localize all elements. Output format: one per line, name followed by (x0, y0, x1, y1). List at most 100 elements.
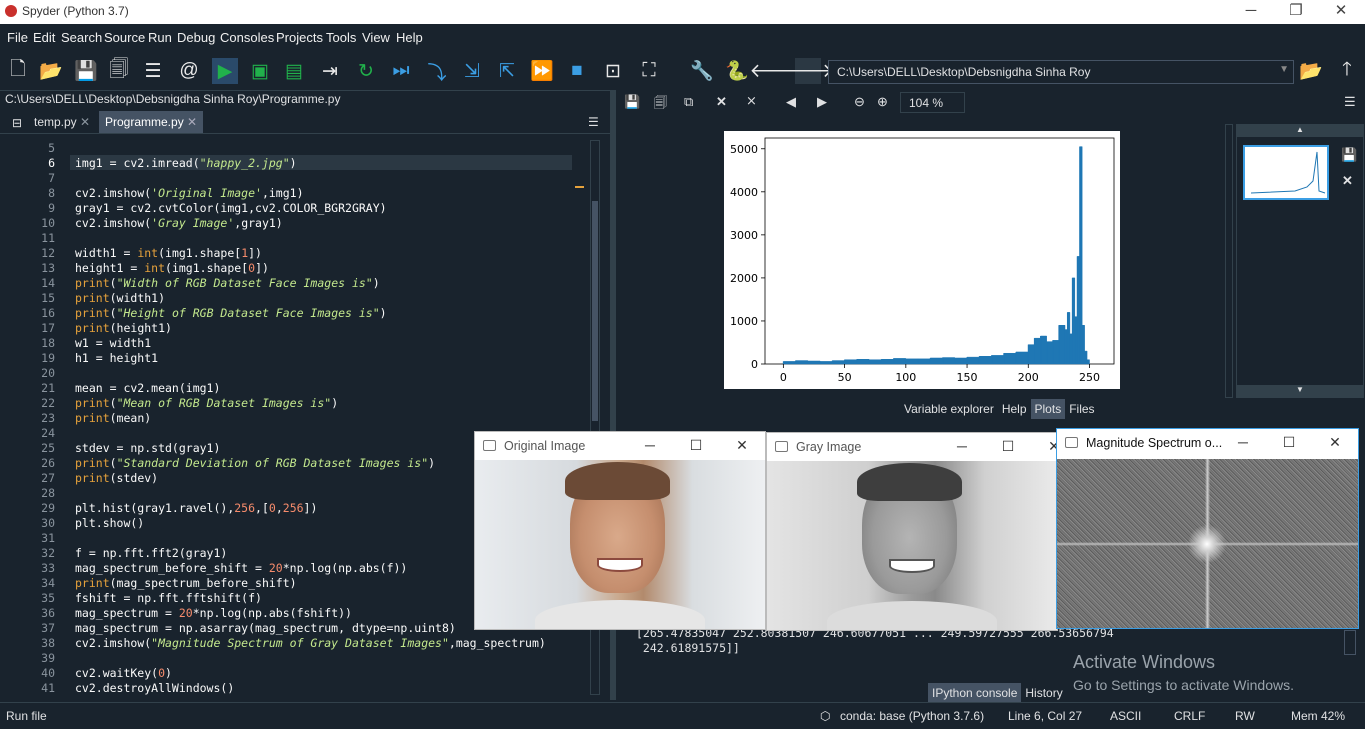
tab-programme[interactable]: Programme.py ✕ (99, 111, 204, 133)
plot-thumbnail[interactable] (1243, 145, 1329, 200)
original-image-window[interactable]: Original Image ─ ☐ ✕ (474, 431, 766, 630)
next-plot-icon[interactable]: ▶ (817, 94, 827, 110)
minimize-icon[interactable]: ─ (627, 432, 673, 458)
copy-plot-icon[interactable]: ⧉ (684, 94, 693, 110)
maximize-icon[interactable]: ☐ (985, 433, 1031, 459)
code-line[interactable]: mag_spectrum = np.asarray(mag_spectrum, … (75, 621, 456, 635)
browse-tabs-icon[interactable]: ⊟ (6, 112, 28, 134)
at-symbol-icon[interactable]: @ (176, 58, 202, 84)
menu-source[interactable]: Source (104, 30, 145, 45)
run-selection-icon[interactable]: ⇥ (317, 58, 343, 84)
working-directory-input[interactable]: C:\Users\DELL\Desktop\Debsnigdha Sinha R… (828, 60, 1294, 84)
code-line[interactable]: print(width1) (75, 291, 165, 305)
code-line[interactable]: plt.hist(gray1.ravel(),256,[0,256]) (75, 501, 317, 515)
stop-icon[interactable]: ■ (564, 58, 590, 84)
zoom-in-icon[interactable]: ⊕ (877, 94, 888, 110)
menu-help[interactable]: Help (396, 30, 423, 45)
editor-scroll-thumb[interactable] (592, 201, 598, 421)
maximize-button[interactable]: ❐ (1273, 0, 1319, 24)
fullscreen-icon[interactable]: ⛶ (636, 58, 662, 84)
remove-thumbnail-icon[interactable]: ✕ (1342, 173, 1353, 189)
menu-debug[interactable]: Debug (177, 30, 215, 45)
menu-file[interactable]: File (7, 30, 28, 45)
step-into-icon[interactable]: ⇲ (459, 58, 485, 84)
code-line[interactable]: mag_spectrum_before_shift = 20*np.log(np… (75, 561, 407, 575)
code-line[interactable]: print(height1) (75, 321, 172, 335)
menu-run[interactable]: Run (148, 30, 172, 45)
previous-plot-icon[interactable]: ◀ (786, 94, 796, 110)
code-line[interactable]: stdev = np.std(gray1) (75, 441, 220, 455)
chevron-down-icon[interactable]: ▼ (1279, 64, 1289, 75)
code-line[interactable]: mean = cv2.mean(img1) (75, 381, 220, 395)
code-line[interactable]: print("Height of RGB Dataset Face Images… (75, 306, 387, 320)
python-path-icon[interactable]: 🐍 (724, 58, 750, 84)
code-line[interactable]: width1 = int(img1.shape[1]) (75, 246, 262, 260)
tab-plots[interactable]: Plots (1030, 399, 1066, 419)
zoom-out-icon[interactable]: ⊖ (854, 94, 865, 110)
plots-options-menu-icon[interactable]: ☰ (1344, 94, 1356, 110)
save-all-icon[interactable]: 🗐 (106, 58, 132, 84)
forward-arrow-icon[interactable]: 🡒 (783, 58, 833, 84)
editor-options-menu-icon[interactable]: ☰ (582, 111, 605, 133)
scroll-down-icon[interactable]: ▼ (1237, 385, 1363, 397)
maximize-icon[interactable]: ☐ (1266, 429, 1312, 455)
code-line[interactable]: print("Mean of RGB Dataset Images is") (75, 396, 338, 410)
rerun-icon[interactable]: ↻ (353, 58, 379, 84)
remove-plot-icon[interactable]: ✕ (716, 94, 727, 110)
open-folder-icon[interactable]: 📂 (38, 58, 64, 84)
code-line[interactable]: mag_spectrum = 20*np.log(np.abs(fshift)) (75, 606, 352, 620)
scroll-up-icon[interactable]: ▲ (1237, 125, 1363, 137)
conda-env-status[interactable]: conda: base (Python 3.7.6) (840, 709, 984, 723)
plots-scrollbar[interactable] (1225, 124, 1233, 398)
code-line[interactable]: print(mean) (75, 411, 151, 425)
code-line[interactable]: gray1 = cv2.cvtColor(img1,cv2.COLOR_BGR2… (75, 201, 387, 215)
console-scrollbar[interactable] (1344, 630, 1356, 655)
tab-files[interactable]: Files (1065, 399, 1099, 419)
minimize-button[interactable]: ─ (1228, 0, 1274, 24)
save-all-plots-icon[interactable]: 🗐 (654, 94, 667, 116)
magnitude-spectrum-window[interactable]: Magnitude Spectrum o... ─ ☐ ✕ (1056, 428, 1359, 629)
code-line[interactable]: cv2.destroyAllWindows() (75, 681, 234, 695)
save-icon[interactable]: 💾 (73, 58, 99, 84)
menu-edit[interactable]: Edit (33, 30, 55, 45)
code-line[interactable]: cv2.waitKey(0) (75, 666, 172, 680)
run-cell-icon[interactable]: ▣ (247, 58, 273, 84)
code-line[interactable]: cv2.imshow("Magnitude Spectrum of Gray D… (75, 636, 546, 650)
code-line[interactable]: w1 = width1 (75, 336, 151, 350)
code-line[interactable]: print("Standard Deviation of RGB Dataset… (75, 456, 435, 470)
tab-help[interactable]: Help (997, 399, 1031, 419)
preferences-wrench-icon[interactable]: 🔧 (689, 58, 715, 84)
tab-temp[interactable]: temp.py ✕ (28, 111, 96, 133)
menu-search[interactable]: Search (61, 30, 102, 45)
close-tab-icon[interactable]: ✕ (80, 115, 90, 129)
step-icon[interactable]: ⤵ (424, 58, 450, 84)
run-file-icon[interactable]: ▶ (212, 58, 238, 84)
tab-variable-explorer[interactable]: Variable explorer (900, 399, 998, 419)
code-line[interactable]: h1 = height1 (75, 351, 158, 365)
remove-all-plots-icon[interactable]: ⨯ (746, 93, 757, 109)
menu-projects[interactable]: Projects (276, 30, 323, 45)
save-thumbnail-icon[interactable]: 💾 (1341, 147, 1357, 163)
code-line[interactable]: cv2.imshow('Original Image',img1) (75, 186, 304, 200)
code-line[interactable]: f = np.fft.fft2(gray1) (75, 546, 227, 560)
minimize-icon[interactable]: ─ (1220, 429, 1266, 455)
minimize-icon[interactable]: ─ (939, 433, 985, 459)
menu-consoles[interactable]: Consoles (220, 30, 274, 45)
continue-icon[interactable]: ⏩ (529, 58, 555, 84)
code-line[interactable]: img1 = cv2.imread("happy_2.jpg") (75, 156, 297, 170)
close-tab-icon[interactable]: ✕ (187, 115, 197, 129)
code-line[interactable]: print("Width of RGB Dataset Face Images … (75, 276, 380, 290)
tab-ipython-console[interactable]: IPython console (928, 683, 1022, 703)
menu-tools[interactable]: Tools (326, 30, 356, 45)
code-line[interactable]: cv2.imshow('Gray Image',gray1) (75, 216, 283, 230)
close-button[interactable]: ✕ (1318, 0, 1364, 24)
list-icon[interactable]: ☰ (140, 58, 166, 84)
close-icon[interactable]: ✕ (719, 432, 765, 458)
parent-directory-icon[interactable]: 🡑 (1334, 58, 1360, 84)
gray-image-window[interactable]: Gray Image ─ ☐ ✕ (766, 432, 1060, 631)
code-line[interactable]: plt.show() (75, 516, 144, 530)
maximize-pane-icon[interactable]: ⊡ (600, 58, 626, 84)
maximize-icon[interactable]: ☐ (673, 432, 719, 458)
code-line[interactable]: print(mag_spectrum_before_shift) (75, 576, 297, 590)
debug-icon[interactable]: ⏭ (388, 58, 414, 84)
